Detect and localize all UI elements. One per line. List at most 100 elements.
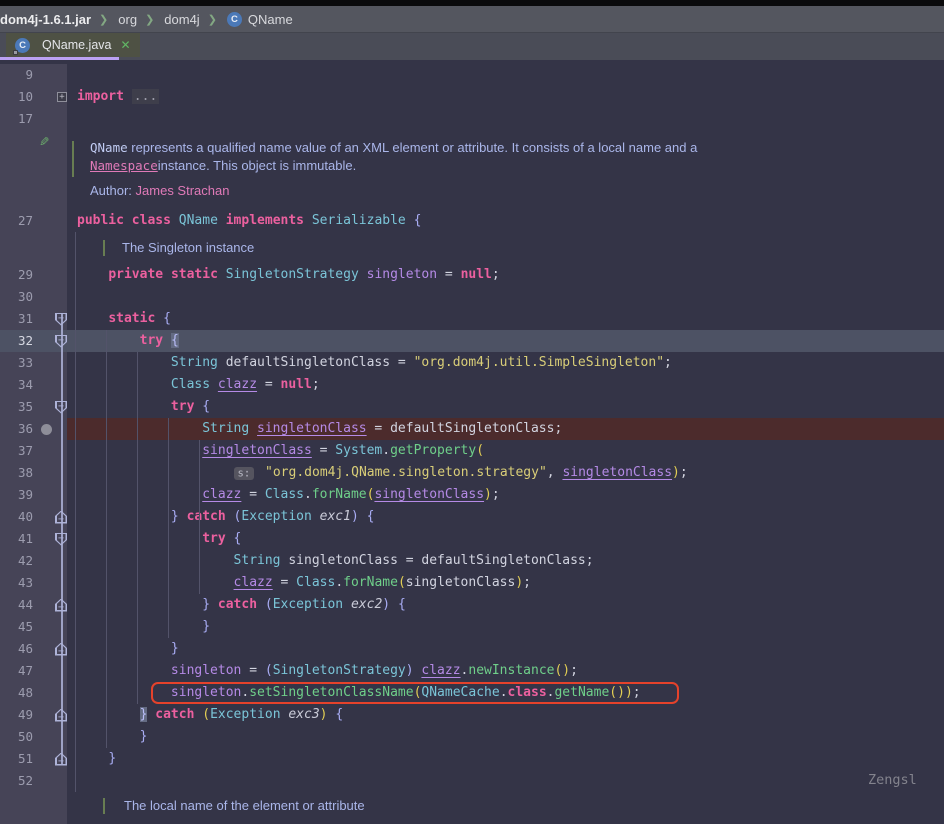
code-line[interactable]: 27public class QName implements Serializ… bbox=[0, 210, 944, 232]
gutter-cell: 52 bbox=[0, 770, 67, 792]
code-line[interactable]: 52 bbox=[0, 770, 944, 792]
line-number[interactable]: 42 bbox=[0, 550, 33, 572]
code-line[interactable]: 38 s: "org.dom4j.QName.singleton.strateg… bbox=[0, 462, 944, 484]
line-number[interactable]: 37 bbox=[0, 440, 33, 462]
line-number[interactable]: 44 bbox=[0, 594, 33, 616]
code-line[interactable]: 46− } bbox=[0, 638, 944, 660]
code-line[interactable]: 10+import ... bbox=[0, 86, 944, 108]
code-token: singleton bbox=[367, 267, 437, 282]
breadcrumb-item-org[interactable]: org bbox=[116, 12, 139, 27]
code-line[interactable]: 48 singleton.setSingletonClassName(QName… bbox=[0, 682, 944, 704]
line-number[interactable]: 35 bbox=[0, 396, 33, 418]
code-token: = bbox=[312, 443, 335, 458]
line-number[interactable]: 10 bbox=[0, 86, 33, 108]
line-number[interactable]: 51 bbox=[0, 748, 33, 770]
tab-qname-java[interactable]: C QName.java ✕ bbox=[6, 33, 140, 57]
code-line[interactable]: 33 String defaultSingletonClass = "org.d… bbox=[0, 352, 944, 374]
line-number[interactable]: 39 bbox=[0, 484, 33, 506]
line-number[interactable]: 48 bbox=[0, 682, 33, 704]
tab-close-icon[interactable]: ✕ bbox=[120, 38, 130, 52]
line-number[interactable]: 52 bbox=[0, 770, 33, 792]
code-line[interactable]: 47 singleton = (SingletonStrategy) clazz… bbox=[0, 660, 944, 682]
code-line[interactable]: 37 singletonClass = System.getProperty( bbox=[0, 440, 944, 462]
code-line[interactable]: 34 Class clazz = null; bbox=[0, 374, 944, 396]
code-token bbox=[77, 355, 171, 370]
code-token: Exception bbox=[210, 707, 280, 722]
line-number[interactable]: 9 bbox=[0, 64, 33, 86]
code-line[interactable]: 43 clazz = Class.forName(singletonClass)… bbox=[0, 572, 944, 594]
line-number[interactable]: 36 bbox=[0, 418, 33, 440]
breadcrumb-item-qname[interactable]: C QName bbox=[225, 12, 295, 27]
code-token bbox=[77, 663, 171, 678]
code-line[interactable]: 31− static { bbox=[0, 308, 944, 330]
code-line[interactable]: 44− } catch (Exception exc2) { bbox=[0, 594, 944, 616]
doc-text-row: QName represents a qualified name value … bbox=[90, 139, 944, 157]
code-token: . bbox=[304, 487, 312, 502]
code-line[interactable]: 45 } bbox=[0, 616, 944, 638]
code-line[interactable]: 17 bbox=[0, 108, 944, 130]
code-line[interactable]: 41− try { bbox=[0, 528, 944, 550]
code-line[interactable]: 40− } catch (Exception exc1) { bbox=[0, 506, 944, 528]
code-line[interactable]: 29 private static SingletonStrategy sing… bbox=[0, 264, 944, 286]
fold-marker-icon[interactable]: − bbox=[55, 533, 67, 546]
fold-marker-icon[interactable]: − bbox=[55, 599, 67, 612]
code-token: clazz bbox=[202, 487, 241, 502]
code-token: { bbox=[163, 311, 171, 326]
line-number[interactable]: 41 bbox=[0, 528, 33, 550]
code-text: private static SingletonStrategy singlet… bbox=[67, 264, 944, 286]
code-line[interactable]: 9 bbox=[0, 64, 944, 86]
fold-marker-minus: − bbox=[55, 534, 67, 543]
line-number[interactable]: 34 bbox=[0, 374, 33, 396]
code-token: = bbox=[241, 663, 264, 678]
code-token: exc2 bbox=[351, 597, 382, 612]
code-editor[interactable]: 910+import ...17✎QName represents a qual… bbox=[0, 60, 944, 811]
line-number[interactable]: 45 bbox=[0, 616, 33, 638]
fold-marker-icon[interactable]: − bbox=[55, 643, 67, 656]
fold-marker-icon[interactable]: − bbox=[55, 335, 67, 348]
breadcrumb-item-dom4j[interactable]: dom4j bbox=[162, 12, 201, 27]
gutter-cell: 42 bbox=[0, 550, 67, 572]
edit-doc-pencil-icon[interactable]: ✎ bbox=[40, 132, 49, 150]
line-number[interactable]: 33 bbox=[0, 352, 33, 374]
code-line[interactable]: 49− } catch (Exception exc3) { bbox=[0, 704, 944, 726]
line-number[interactable]: 27 bbox=[0, 210, 33, 232]
code-token bbox=[390, 597, 398, 612]
code-token: = bbox=[241, 487, 264, 502]
fold-marker-icon[interactable]: − bbox=[55, 511, 67, 524]
code-token: System bbox=[335, 443, 382, 458]
fold-expand-icon[interactable]: + bbox=[57, 92, 67, 102]
code-line[interactable]: 32− try { bbox=[0, 330, 944, 352]
line-number[interactable]: 30 bbox=[0, 286, 33, 308]
line-number[interactable]: 40 bbox=[0, 506, 33, 528]
code-line[interactable]: 30 bbox=[0, 286, 944, 308]
line-number[interactable]: 29 bbox=[0, 264, 33, 286]
code-line[interactable]: 51− } bbox=[0, 748, 944, 770]
line-number[interactable]: 38 bbox=[0, 462, 33, 484]
code-token: SingletonStrategy bbox=[273, 663, 406, 678]
breakpoint-dot[interactable] bbox=[41, 424, 52, 435]
code-line[interactable]: 50 } bbox=[0, 726, 944, 748]
line-number[interactable]: 43 bbox=[0, 572, 33, 594]
line-number[interactable]: 31 bbox=[0, 308, 33, 330]
fold-marker-icon[interactable]: − bbox=[55, 753, 67, 766]
class-icon: C bbox=[227, 12, 242, 27]
line-number[interactable]: 46 bbox=[0, 638, 33, 660]
fold-marker-icon[interactable]: − bbox=[55, 313, 67, 326]
code-line[interactable]: 35− try { bbox=[0, 396, 944, 418]
doc-link[interactable]: Namespace bbox=[90, 158, 158, 173]
line-number[interactable]: 47 bbox=[0, 660, 33, 682]
code-token bbox=[124, 89, 132, 104]
code-token bbox=[218, 213, 226, 228]
code-line[interactable]: 36 String singletonClass = defaultSingle… bbox=[0, 418, 944, 440]
chevron-right-icon: ❯ bbox=[145, 13, 154, 26]
line-number[interactable]: 50 bbox=[0, 726, 33, 748]
breadcrumb-item-jar[interactable]: dom4j-1.6.1.jar bbox=[0, 12, 93, 27]
code-line[interactable]: 42 String singletonClass = defaultSingle… bbox=[0, 550, 944, 572]
code-line[interactable]: 39 clazz = Class.forName(singletonClass)… bbox=[0, 484, 944, 506]
line-number[interactable]: 32 bbox=[0, 330, 33, 352]
fold-marker-icon[interactable]: − bbox=[55, 709, 67, 722]
doc-text: The local name of the element or attribu… bbox=[124, 797, 365, 815]
fold-marker-icon[interactable]: − bbox=[55, 401, 67, 414]
line-number[interactable]: 49 bbox=[0, 704, 33, 726]
line-number[interactable]: 17 bbox=[0, 108, 33, 130]
